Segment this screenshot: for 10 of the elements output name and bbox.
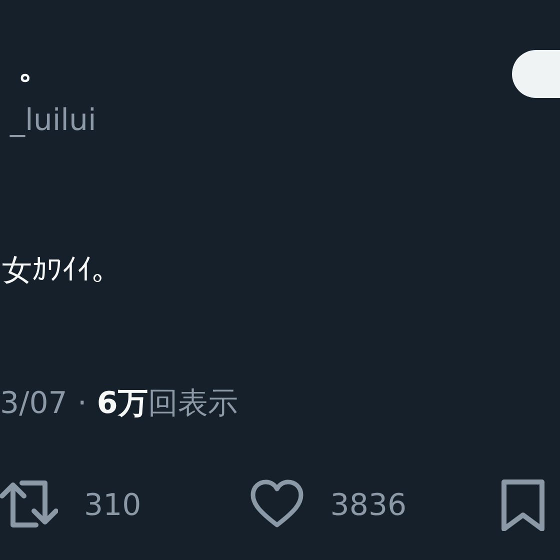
view-count: 6万回表示: [96, 389, 238, 419]
tweet-text: 女ｶﾜｲｲ。: [2, 253, 122, 288]
follow-button[interactable]: [512, 50, 560, 98]
bookmark-icon[interactable]: [500, 479, 545, 531]
separator-dot: ·: [77, 389, 87, 419]
author-name: 。: [18, 47, 52, 87]
retweet-count: 310: [84, 486, 142, 524]
like-count: 3836: [330, 486, 407, 524]
post-date: 3/07: [0, 389, 68, 419]
author-handle: _luilui: [8, 102, 98, 136]
